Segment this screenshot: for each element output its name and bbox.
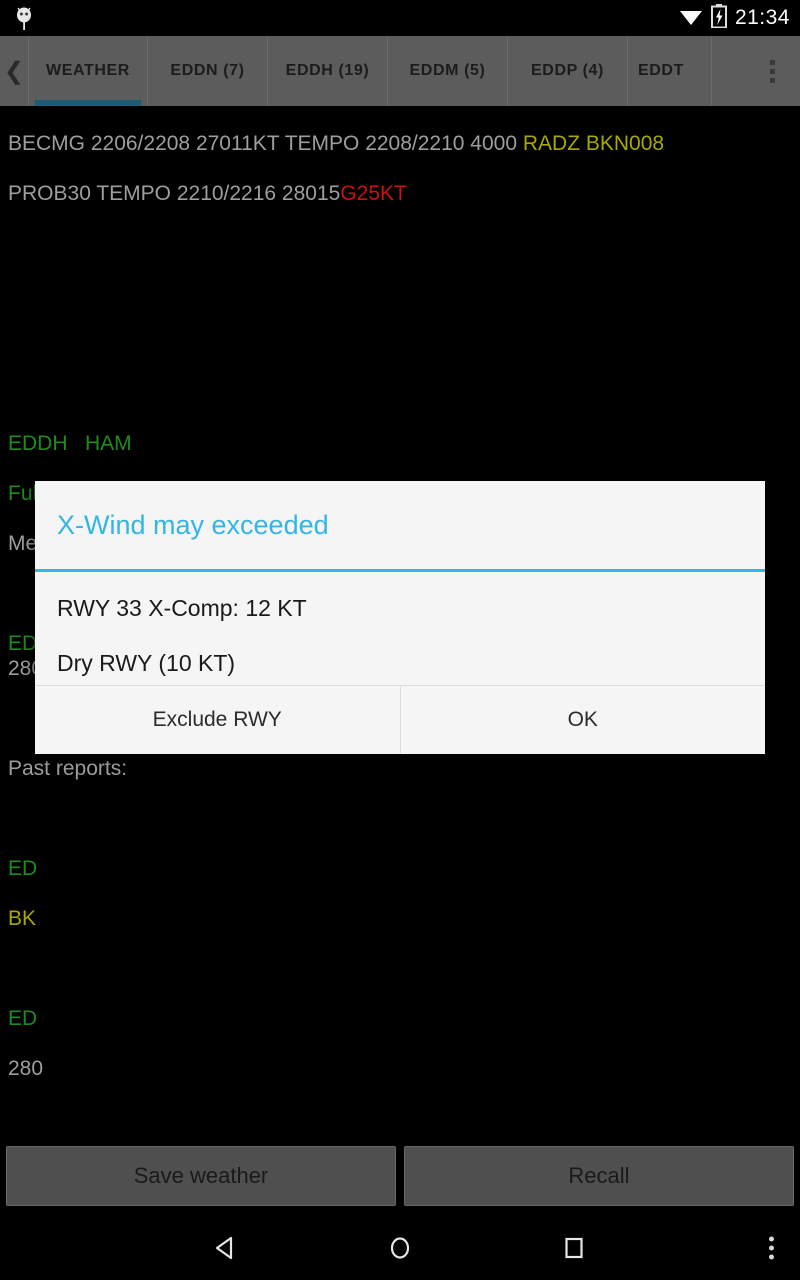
nav-overflow-dot	[769, 1236, 774, 1242]
nav-recents-square-icon[interactable]	[557, 1231, 591, 1265]
dialog-line-rwy: RWY 33 X-Comp: 12 KT	[57, 595, 307, 621]
nav-home-circle-icon[interactable]	[383, 1231, 417, 1265]
nav-overflow-icon[interactable]	[769, 1236, 774, 1260]
nav-overflow-dot	[769, 1254, 774, 1260]
dialog-actions: Exclude RWY OK	[35, 686, 765, 754]
exclude-rwy-button[interactable]: Exclude RWY	[35, 686, 400, 754]
nav-back-triangle-icon[interactable]	[209, 1231, 243, 1265]
xwind-dialog: X-Wind may exceeded RWY 33 X-Comp: 12 KT…	[35, 481, 765, 754]
recall-button[interactable]: Recall	[404, 1146, 794, 1206]
nav-overflow-dot	[769, 1245, 774, 1251]
save-weather-button[interactable]: Save weather	[6, 1146, 396, 1206]
dialog-body: RWY 33 X-Comp: 12 KT Dry RWY (10 KT)	[35, 572, 765, 692]
device-screen: 21:34 ❮ WEATHER EDDN (7) EDDH (19) EDDM …	[0, 0, 800, 1280]
dialog-line-dry-rwy: Dry RWY (10 KT)	[57, 650, 236, 676]
bottom-action-bar: Save weather Recall	[0, 1140, 800, 1216]
android-nav-bar	[0, 1216, 800, 1280]
ok-button[interactable]: OK	[401, 686, 766, 754]
dialog-title: X-Wind may exceeded	[57, 509, 329, 540]
